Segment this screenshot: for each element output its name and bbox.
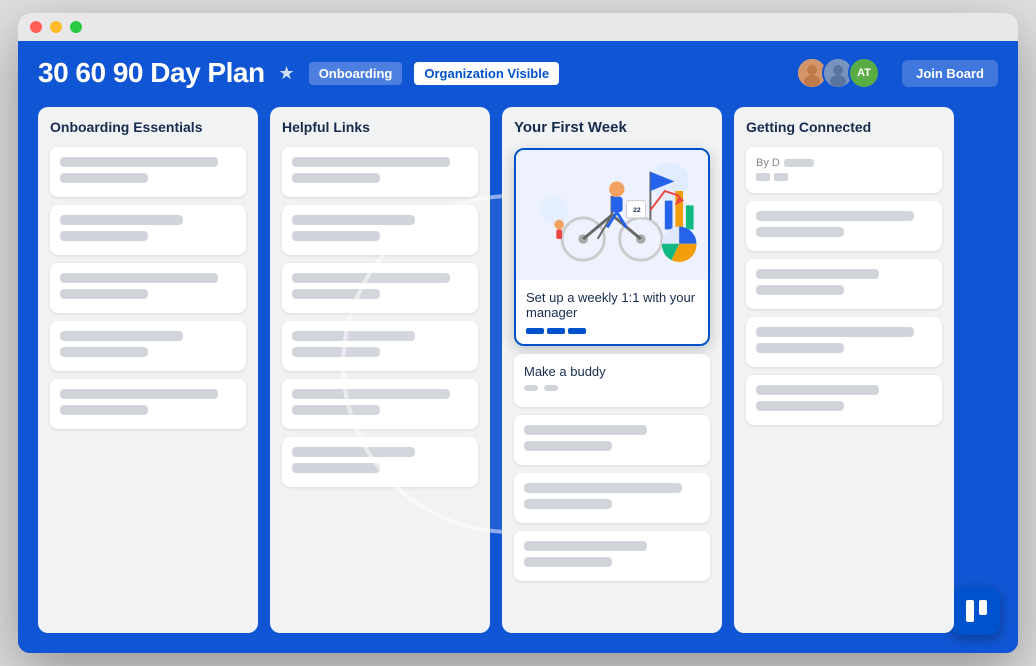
skeleton-line — [524, 441, 612, 451]
skeleton-line — [60, 215, 183, 225]
card[interactable] — [282, 205, 478, 255]
skeleton-line — [292, 331, 415, 341]
make-buddy-text: Make a buddy — [524, 364, 700, 379]
skeleton-line — [756, 327, 914, 337]
card[interactable] — [514, 415, 710, 465]
skeleton-line — [292, 389, 450, 399]
skeleton-icon — [544, 385, 558, 391]
card-image: 22 — [516, 150, 708, 280]
column-getting-connected: Getting Connected By D — [734, 107, 954, 633]
skeleton-line — [524, 499, 612, 509]
progress-block — [547, 328, 565, 334]
skeleton-icon — [524, 385, 538, 391]
trello-icon — [966, 600, 987, 622]
header: 30 60 90 Day Plan ★ Onboarding Organizat… — [38, 57, 998, 89]
card[interactable] — [514, 531, 710, 581]
column-title-1: Onboarding Essentials — [50, 119, 246, 135]
mac-window: 30 60 90 Day Plan ★ Onboarding Organizat… — [18, 13, 1018, 653]
board-title: 30 60 90 Day Plan — [38, 57, 265, 89]
skeleton-line — [756, 401, 844, 411]
skeleton-line — [60, 273, 218, 283]
trello-bar-right — [979, 600, 987, 615]
skeleton-line — [524, 483, 682, 493]
card[interactable] — [50, 379, 246, 429]
skeleton-line — [60, 173, 148, 183]
skeleton-line — [292, 447, 415, 457]
column-title-4: Getting Connected — [746, 119, 942, 135]
skeleton-line — [292, 173, 380, 183]
card[interactable] — [746, 375, 942, 425]
skeleton-line — [60, 405, 148, 415]
featured-card[interactable]: 22 Set up a weekly 1:1 with your manager — [514, 148, 710, 346]
star-button[interactable]: ★ — [277, 61, 297, 86]
skeleton-line — [292, 157, 450, 167]
card[interactable] — [282, 437, 478, 487]
skeleton-line — [756, 269, 879, 279]
skeleton-line — [292, 273, 450, 283]
by-text: By D — [756, 157, 932, 169]
card[interactable] — [282, 263, 478, 313]
skeleton-line — [292, 289, 380, 299]
skeleton-line — [60, 331, 183, 341]
skeleton-line — [60, 289, 148, 299]
card[interactable] — [746, 317, 942, 367]
skeleton-line — [756, 211, 914, 221]
skeleton-line — [60, 389, 218, 399]
column-title-3: Your First Week — [514, 119, 710, 136]
skeleton-line — [292, 405, 380, 415]
card[interactable] — [282, 147, 478, 197]
card[interactable] — [50, 263, 246, 313]
skeleton-line — [756, 343, 844, 353]
column-title-2: Helpful Links — [282, 119, 478, 135]
card[interactable] — [50, 205, 246, 255]
card[interactable] — [746, 201, 942, 251]
maximize-button[interactable] — [70, 21, 82, 33]
minimize-button[interactable] — [50, 21, 62, 33]
title-bar — [18, 13, 1018, 41]
make-buddy-card[interactable]: Make a buddy — [514, 354, 710, 407]
app-content: 30 60 90 Day Plan ★ Onboarding Organizat… — [18, 41, 1018, 653]
skeleton-line — [524, 557, 612, 567]
progress-block — [526, 328, 544, 334]
card-meta-row — [524, 385, 700, 397]
card[interactable]: By D — [746, 147, 942, 193]
card-body: Set up a weekly 1:1 with your manager — [516, 280, 708, 344]
skeleton-line — [756, 227, 844, 237]
columns-wrapper: Onboarding Essentials — [38, 107, 998, 633]
skeleton-line — [292, 347, 380, 357]
skeleton-line — [292, 231, 380, 241]
skeleton-line — [756, 385, 879, 395]
column-onboarding-essentials: Onboarding Essentials — [38, 107, 258, 633]
skeleton-line — [524, 425, 647, 435]
skeleton-line — [60, 231, 148, 241]
card[interactable] — [282, 379, 478, 429]
trello-logo — [952, 587, 1000, 635]
skeleton-line — [60, 157, 218, 167]
skeleton-line — [756, 285, 844, 295]
skeleton-line — [524, 541, 647, 551]
card-text: Set up a weekly 1:1 with your manager — [526, 290, 698, 320]
card[interactable] — [50, 147, 246, 197]
skeleton-line — [292, 463, 380, 473]
column-your-first-week: Your First Week — [502, 107, 722, 633]
org-visible-tag[interactable]: Organization Visible — [414, 62, 559, 85]
trello-bar-left — [966, 600, 974, 622]
card[interactable] — [746, 259, 942, 309]
svg-text:22: 22 — [633, 207, 641, 214]
avatar-group: AT — [796, 57, 880, 89]
column-helpful-links: Helpful Links — [270, 107, 490, 633]
card-progress — [526, 328, 698, 334]
close-button[interactable] — [30, 21, 42, 33]
card[interactable] — [514, 473, 710, 523]
onboarding-tag[interactable]: Onboarding — [309, 62, 403, 85]
skeleton-line — [292, 215, 415, 225]
card[interactable] — [282, 321, 478, 371]
skeleton-line — [60, 347, 148, 357]
progress-block — [568, 328, 586, 334]
avatar-initials[interactable]: AT — [848, 57, 880, 89]
join-board-button[interactable]: Join Board — [902, 60, 998, 87]
card[interactable] — [50, 321, 246, 371]
